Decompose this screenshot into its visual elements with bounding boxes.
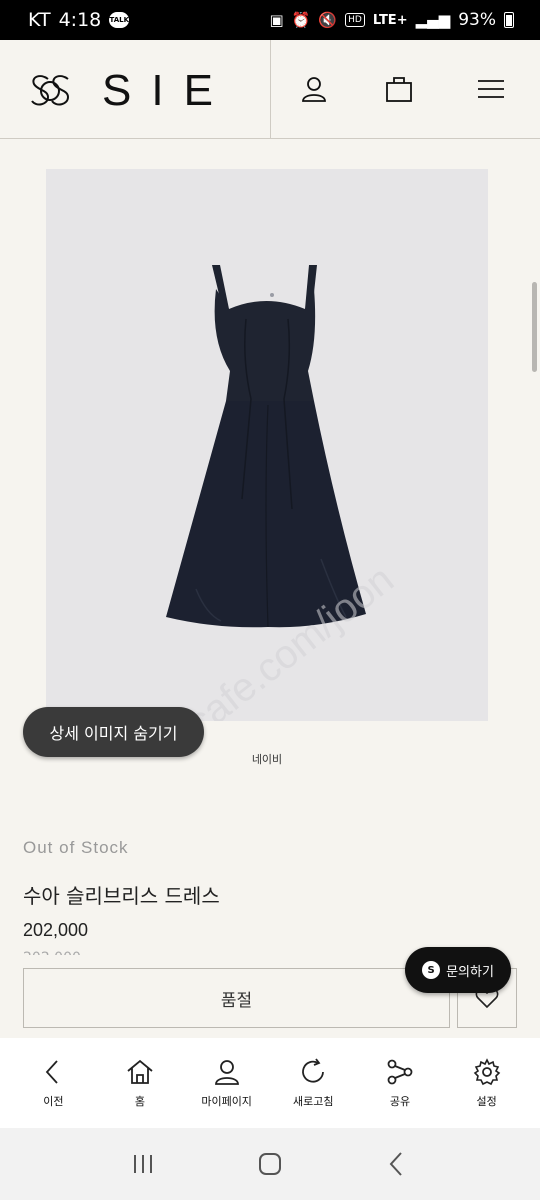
back-icon [46,1060,58,1084]
brand-wordmark: SIE [102,66,233,115]
nav-back[interactable]: 이전 [13,1057,93,1109]
product-price: 202,000 [23,920,89,940]
home-button-icon[interactable] [255,1149,285,1179]
nav-label: 이전 [43,1095,64,1108]
nav-share[interactable]: 공유 [360,1057,440,1109]
refresh-icon [302,1058,325,1083]
dress-illustration [166,265,366,628]
brand-monogram-icon [31,75,70,106]
bottom-nav: 이전 홈 마이페이지 새로고침 공유 설정 [0,1038,540,1128]
shopping-bag-icon[interactable] [384,74,414,104]
system-back-icon[interactable] [382,1149,412,1179]
brand-mini-logo-icon: S [422,961,441,979]
status-right: ▣ ⏰ 🔇 HD LTE+ ▂▄▆ 93% [270,10,514,30]
clock: 4:18 [58,9,102,31]
nav-label: 공유 [389,1095,411,1108]
hamburger-menu-icon[interactable] [476,74,506,104]
network-type: LTE+ [372,12,408,28]
site-header: SIE [0,40,540,139]
recent-apps-icon[interactable] [128,1149,158,1179]
nav-label: 새로고침 [293,1095,334,1108]
user-icon [214,1060,239,1085]
product-image[interactable]: cafe.com/joon [46,169,488,721]
product-name: 수아 슬리브리스 드레스 [23,884,220,908]
stock-status: Out of Stock [23,838,129,857]
brand-logo[interactable]: SIE [28,66,233,116]
share-icon [387,1059,413,1085]
scrollbar-thumb[interactable] [532,282,537,372]
battery-icon [504,12,514,28]
hide-detail-images-button[interactable]: 상세 이미지 숨기기 [23,707,204,757]
kakaotalk-icon: TALK [109,12,130,28]
hd-voice-icon: HD [345,13,365,27]
header-divider [270,40,271,138]
screenshot-icon: ▣ [269,10,284,29]
nav-label: 마이페이지 [201,1095,252,1108]
color-caption: 네이비 [251,753,283,766]
status-bar: KT 4:18 TALK ▣ ⏰ 🔇 HD LTE+ ▂▄▆ 93% [0,0,540,40]
system-nav [0,1128,540,1200]
nav-label: 홈 [134,1095,146,1108]
home-icon [127,1059,153,1084]
inquiry-label: 문의하기 [446,964,494,980]
carrier-label: KT [28,9,51,31]
signal-icon: ▂▄▆ [415,10,451,29]
alarm-icon: ⏰ [291,10,311,29]
nav-mypage[interactable]: 마이페이지 [187,1057,267,1109]
nav-settings[interactable]: 설정 [447,1057,527,1109]
sold-out-button[interactable]: 품절 [23,968,450,1028]
battery-percent: 93% [458,10,496,30]
settings-icon [473,1058,500,1086]
mute-icon: 🔇 [318,10,338,29]
inquiry-button[interactable]: S 문의하기 [405,947,511,993]
nav-label: 설정 [476,1095,497,1108]
account-icon[interactable] [299,74,329,104]
nav-home[interactable]: 홈 [100,1057,180,1109]
nav-refresh[interactable]: 새로고침 [273,1057,353,1109]
status-left: KT 4:18 TALK [28,9,130,31]
